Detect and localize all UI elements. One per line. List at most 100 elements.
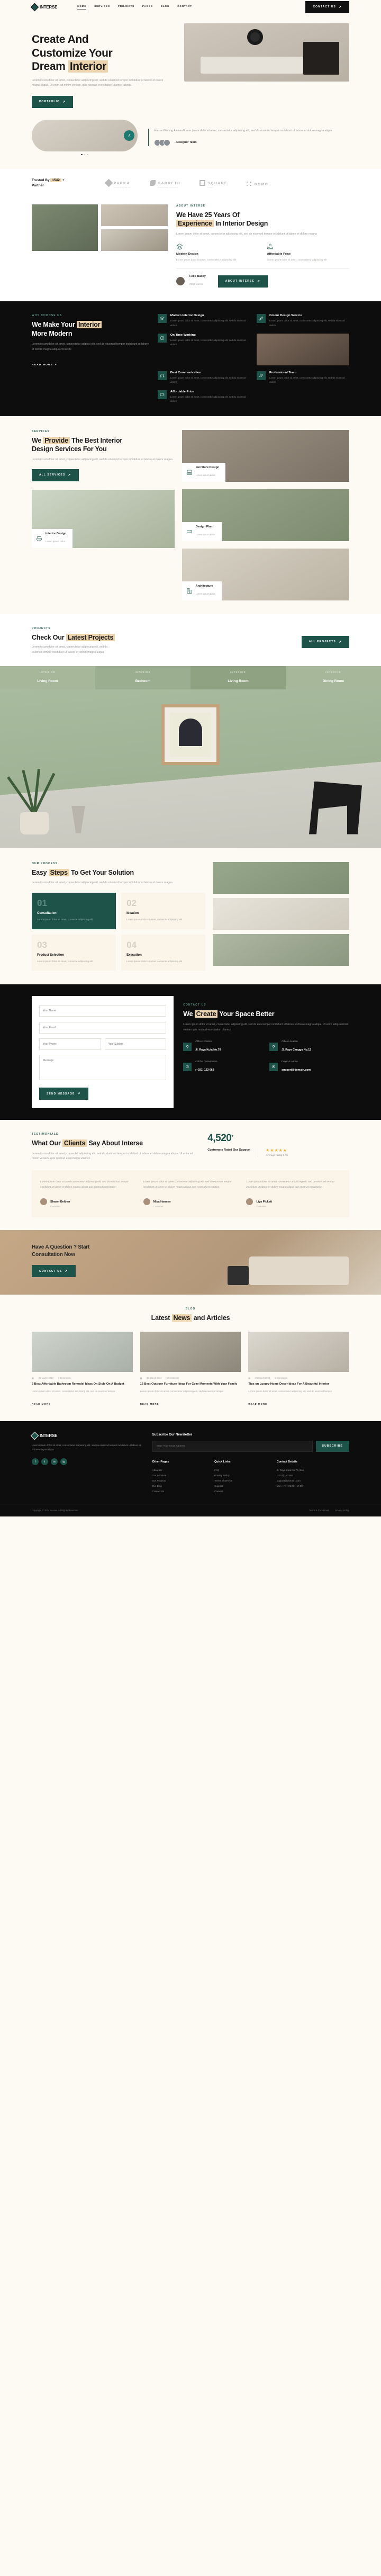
why-title-highlight: Interior xyxy=(76,321,102,329)
carousel-dot-2[interactable] xyxy=(84,154,86,156)
post-read-more[interactable]: READ MORE xyxy=(248,1403,267,1405)
instagram-icon[interactable]: ig xyxy=(60,1458,67,1466)
linkedin-icon[interactable]: in xyxy=(51,1458,58,1466)
post-title[interactable]: 12 Best Outdoor Furniture Ideas For Cozy… xyxy=(140,1382,241,1387)
footer-link[interactable]: Careers xyxy=(214,1489,270,1494)
email-input[interactable] xyxy=(39,1021,167,1034)
footer-link[interactable]: FAQ xyxy=(214,1468,270,1473)
why-card-affordable-price: Affordable Price Lorem ipsum dolor sit am… xyxy=(157,390,250,403)
footer-link[interactable]: About Us xyxy=(152,1468,208,1473)
header-contact-button[interactable]: CONTACT US ↗ xyxy=(305,1,349,13)
step-number: 01 xyxy=(37,898,47,909)
footer-link[interactable]: Contact Us xyxy=(152,1489,208,1494)
service-card-architecture[interactable]: Architecture Lorem ipsum dolor xyxy=(182,549,349,601)
blog-post-card[interactable]: ▦ 25 March 2024 5 Comments 12 Best Outdo… xyxy=(140,1332,241,1407)
hero-portfolio-button[interactable]: PORTFOLIO ↗ xyxy=(32,95,74,108)
footer-logo[interactable]: INTERSE xyxy=(30,1431,143,1440)
main-nav: HOME SERVICES PROJECTS PAGES BLOG CONTAC… xyxy=(77,5,192,10)
project-tab-dining-room[interactable]: INTERIOR Dining Room xyxy=(286,666,381,689)
project-tab-living-room-2[interactable]: INTERIOR Living Room xyxy=(190,666,286,689)
phone-input[interactable] xyxy=(39,1038,101,1050)
brush-icon xyxy=(256,314,266,324)
contact-email[interactable]: ✉ Drop Us a Line support@domain.com xyxy=(269,1060,349,1073)
arrow-up-right-icon: ↗ xyxy=(338,640,342,644)
blog-post-card[interactable]: ▦ 25 March 2024 5 Comments Tips on Luxur… xyxy=(248,1332,349,1407)
post-read-more[interactable]: READ MORE xyxy=(32,1403,51,1405)
leaf-icon xyxy=(150,180,156,186)
process-step-execution[interactable]: 04 Execution Lorem ipsum dolor sit amet,… xyxy=(121,934,206,971)
service-title: Design Plan xyxy=(195,525,213,529)
project-tab-living-room-1[interactable]: INTERIOR Living Room xyxy=(0,666,95,689)
brand-logo[interactable]: INTERSE xyxy=(30,3,57,11)
calendar-icon: ▦ xyxy=(32,1377,34,1380)
stat-label: Customers Rated Our Support xyxy=(207,1148,259,1157)
blog-post-card[interactable]: ▦ 25 March 2024 5 Comments 6 Best Afford… xyxy=(32,1332,133,1407)
blog-title: Latest News and Articles xyxy=(151,1314,230,1322)
newsletter-subscribe-button[interactable]: SUBSCRIBE xyxy=(315,1440,349,1452)
process-step-ideation[interactable]: 02 Ideation Lorem ipsum dolor sit amet, … xyxy=(121,893,206,929)
service-card-furniture-design[interactable]: Furniture Design Lorem ipsum dolor xyxy=(182,430,349,482)
footer-contact-item[interactable]: (+021) 123 662 xyxy=(277,1473,349,1478)
twitter-icon[interactable]: t xyxy=(41,1458,48,1466)
process-step-product-selection[interactable]: 03 Product Selection Lorem ipsum dolor s… xyxy=(32,934,116,971)
nav-item-pages[interactable]: PAGES xyxy=(142,5,153,10)
footer-link[interactable]: Privacy Policy xyxy=(214,1473,270,1478)
footer-link[interactable]: Our Projects xyxy=(152,1478,208,1484)
step-number: 03 xyxy=(37,939,47,950)
services-section: SERVICES We Provide The Best Interior De… xyxy=(0,416,381,614)
service-card-interior-design[interactable]: Interior Design Lorem ipsum dolor xyxy=(32,489,175,548)
partner-name: DOMO xyxy=(254,182,269,186)
footer-terms-link[interactable]: Terms & Conditions xyxy=(309,1509,329,1512)
subject-input[interactable] xyxy=(104,1038,167,1050)
footer-privacy-link[interactable]: Privacy Policy xyxy=(335,1509,349,1512)
project-tabs: INTERIOR Living Room INTERIOR Bedroom IN… xyxy=(0,666,381,689)
step-title: Ideation xyxy=(126,912,139,915)
testimonial-quote: Lorem ipsum dolor sit amet consectetur a… xyxy=(143,1180,232,1189)
facebook-icon[interactable]: f xyxy=(32,1458,39,1466)
post-read-more[interactable]: READ MORE xyxy=(140,1403,159,1405)
service-card-design-plan[interactable]: Design Plan Lorem ipsum dolor xyxy=(182,489,349,542)
partner-logo-garreth: GARRETH FURNITURE CONCEPT xyxy=(150,177,180,189)
contact-phone[interactable]: ✆ Call for Consultation (+021) 123 662 xyxy=(183,1060,263,1073)
send-message-button[interactable]: SEND MESSAGE ↗ xyxy=(39,1088,88,1100)
cta-contact-button[interactable]: CONTACT US ↗ xyxy=(32,1265,76,1278)
name-input[interactable] xyxy=(39,1004,167,1017)
all-projects-button[interactable]: ALL PROJECTS ↗ xyxy=(301,635,349,648)
testimonial-name: Shawn Beltran xyxy=(50,1200,70,1204)
footer-about: Lorem ipsum dolor sit amet, consectetur … xyxy=(32,1443,141,1451)
post-title[interactable]: 6 Best Affordable Bathroom Remodel Ideas… xyxy=(32,1382,133,1387)
layers-icon xyxy=(157,314,167,324)
message-textarea[interactable] xyxy=(39,1054,167,1080)
services-paragraph: Lorem ipsum dolor sit amet, consectetur … xyxy=(32,457,173,461)
process-section: OUR PROCESS Easy Steps To Get Your Solut… xyxy=(0,848,381,984)
nav-item-home[interactable]: HOME xyxy=(77,5,87,10)
all-services-button[interactable]: ALL SERVICES ↗ xyxy=(32,469,79,481)
footer-contact-item[interactable]: support@domain.com xyxy=(277,1478,349,1484)
arrow-up-right-icon[interactable]: ↗ xyxy=(124,130,134,141)
nav-item-projects[interactable]: PROJECTS xyxy=(118,5,134,10)
carousel-dot-1[interactable] xyxy=(81,154,83,156)
carousel-dots[interactable] xyxy=(32,154,138,156)
hand-coin-icon xyxy=(267,244,274,249)
testimonial-role: Customer xyxy=(256,1205,267,1208)
newsletter-email-input[interactable] xyxy=(152,1440,313,1452)
process-step-consultation[interactable]: 01 Consultation Lorem ipsum dolor sit am… xyxy=(32,893,116,929)
ceo-name: Felix Bailey xyxy=(189,275,206,279)
why-read-more-link[interactable]: READ MORE ↗ xyxy=(32,364,57,366)
footer-link[interactable]: Our Services xyxy=(152,1473,208,1478)
nav-item-contact[interactable]: CONTACT xyxy=(177,5,192,10)
footer-link[interactable]: Our Blog xyxy=(152,1484,208,1489)
diamond-icon xyxy=(104,178,113,187)
about-title: We Have 25 Years Of Experience In Interi… xyxy=(176,211,268,228)
footer-link[interactable]: Terms of Service xyxy=(214,1478,270,1484)
nav-item-services[interactable]: SERVICES xyxy=(94,5,110,10)
post-excerpt: Lorem ipsum dolor sit amet, consectetur … xyxy=(32,1390,115,1393)
carousel-dot-3[interactable] xyxy=(87,154,88,156)
project-tab-bedroom[interactable]: INTERIOR Bedroom xyxy=(95,666,190,689)
projects-title-highlight: Latest Projects xyxy=(66,634,115,642)
nav-item-blog[interactable]: BLOG xyxy=(161,5,169,10)
about-image-main xyxy=(32,204,98,252)
about-interse-button[interactable]: ABOUT INTERSE ↗ xyxy=(217,275,268,288)
post-title[interactable]: Tips on Luxury Home Decor Ideas For A Be… xyxy=(248,1382,349,1387)
footer-link[interactable]: Support xyxy=(214,1484,270,1489)
